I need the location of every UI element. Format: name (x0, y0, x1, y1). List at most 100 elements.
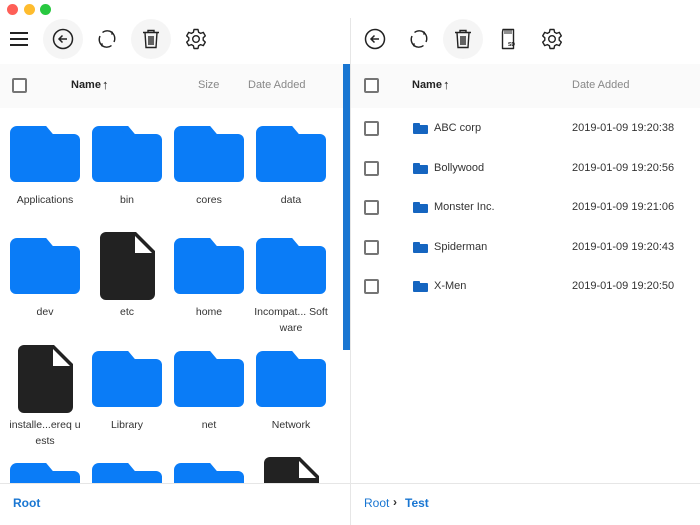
folder-item[interactable]: bin (86, 126, 168, 208)
settings-button[interactable] (176, 19, 216, 59)
date-added-column-header[interactable]: Date Added (572, 79, 630, 91)
row-checkbox[interactable] (364, 279, 379, 294)
folder-icon (413, 281, 428, 292)
row-date: 2019-01-09 19:20:38 (572, 122, 675, 134)
item-label: net (201, 419, 217, 431)
folder-icon (92, 126, 162, 182)
size-column-header[interactable]: Size (198, 79, 219, 91)
back-button[interactable] (43, 19, 83, 59)
right-column-header: Name ↑ Date Added (351, 64, 700, 108)
folder-item[interactable] (86, 463, 168, 483)
name-column-header[interactable]: Name (71, 79, 101, 91)
folder-icon (92, 351, 162, 407)
item-label: Applications (16, 194, 74, 206)
delete-button[interactable] (131, 19, 171, 59)
item-label: installe...ereq uests (9, 419, 81, 447)
folder-icon (413, 123, 428, 134)
item-label: data (280, 194, 302, 206)
folder-item[interactable]: data (250, 126, 332, 208)
file-item[interactable]: etc (86, 232, 168, 320)
folder-icon (174, 463, 244, 483)
folder-icon (413, 202, 428, 213)
folder-icon (174, 351, 244, 407)
file-icon (256, 457, 326, 483)
refresh-button[interactable] (399, 19, 439, 59)
file-icon (92, 232, 162, 300)
folder-icon (92, 463, 162, 483)
row-name: ABC corp (434, 122, 482, 134)
sort-ascending-icon[interactable]: ↑ (443, 77, 450, 92)
right-toolbar: SD (351, 18, 700, 64)
folder-icon (256, 351, 326, 407)
gear-icon (186, 28, 206, 50)
row-checkbox[interactable] (364, 121, 379, 136)
sd-card-icon: SD (501, 28, 515, 50)
table-row[interactable]: ABC corp 2019-01-09 19:20:38 (351, 109, 700, 148)
item-label: cores (196, 194, 222, 206)
left-breadcrumb: Root (0, 483, 350, 525)
row-date: 2019-01-09 19:20:56 (572, 161, 675, 174)
row-checkbox[interactable] (364, 200, 379, 215)
file-item[interactable] (250, 457, 332, 483)
select-all-checkbox[interactable] (364, 78, 379, 93)
date-added-column-header[interactable]: Date Added (248, 79, 306, 91)
file-grid: Applications bin cores data dev etc home Incomp… (0, 108, 343, 483)
sd-label: SD (508, 42, 515, 48)
folder-item[interactable]: home (168, 238, 250, 320)
item-label: home (195, 306, 223, 318)
table-row[interactable]: Bollywood 2019-01-09 19:20:56 (351, 149, 700, 188)
file-item[interactable]: installe...ereq uests (4, 345, 86, 449)
row-name: Bollywood (434, 161, 485, 174)
folder-item[interactable]: net (168, 351, 250, 433)
row-checkbox[interactable] (364, 239, 379, 255)
folder-item[interactable]: Applications (4, 126, 86, 208)
window-maximize-button[interactable] (40, 4, 51, 15)
select-all-checkbox[interactable] (12, 78, 27, 93)
delete-button[interactable] (443, 19, 483, 59)
refresh-button[interactable] (87, 19, 127, 59)
table-row[interactable]: Spiderman 2019-01-09 19:20:43 (351, 228, 700, 267)
breadcrumb-root[interactable]: Root (364, 496, 389, 510)
right-pane: SD Name ↑ Date Added ABC corp 2019-01-09 … (350, 18, 700, 525)
table-row[interactable]: Monster Inc. 2019-01-09 19:21:06 (351, 188, 700, 227)
row-name: Spiderman (434, 240, 488, 253)
refresh-icon (410, 30, 428, 48)
title-bar (0, 0, 700, 18)
refresh-icon (98, 30, 116, 48)
folder-icon (174, 238, 244, 294)
right-breadcrumb: Root › Test (351, 483, 700, 525)
folder-item[interactable] (168, 463, 250, 483)
window-minimize-button[interactable] (24, 4, 35, 15)
folder-item[interactable] (4, 463, 86, 483)
menu-button[interactable] (0, 19, 39, 59)
folder-item[interactable]: Network (250, 351, 332, 433)
trash-icon (143, 29, 159, 49)
folder-item[interactable]: cores (168, 126, 250, 208)
hamburger-menu-icon (10, 32, 28, 46)
left-toolbar (0, 18, 350, 64)
arrow-left-circle-icon (364, 28, 386, 50)
breadcrumb-test[interactable]: Test (405, 496, 429, 510)
table-row[interactable]: X-Men 2019-01-09 19:20:50 (351, 267, 700, 306)
folder-icon (256, 238, 326, 294)
item-label: Network (271, 419, 311, 431)
left-pane: Name ↑ Size Date Added Applications bin co… (0, 18, 350, 525)
window-close-button[interactable] (7, 4, 18, 15)
row-name: Monster Inc. (434, 201, 495, 213)
left-scrollbar[interactable] (343, 64, 350, 350)
back-button[interactable] (355, 19, 395, 59)
name-column-header[interactable]: Name (412, 79, 442, 91)
folder-item[interactable]: Library (86, 351, 168, 433)
folder-icon (174, 126, 244, 182)
row-name: X-Men (434, 280, 467, 292)
folder-item[interactable]: Incompat... Software (250, 238, 332, 336)
breadcrumb-root[interactable]: Root (13, 496, 40, 510)
folder-item[interactable]: dev (4, 238, 86, 320)
sd-card-button[interactable]: SD (488, 19, 528, 59)
folder-icon (413, 241, 428, 253)
folder-icon (256, 126, 326, 182)
trash-icon (455, 29, 471, 49)
settings-button[interactable] (532, 19, 572, 59)
sort-ascending-icon[interactable]: ↑ (102, 77, 109, 92)
row-checkbox[interactable] (364, 160, 379, 176)
